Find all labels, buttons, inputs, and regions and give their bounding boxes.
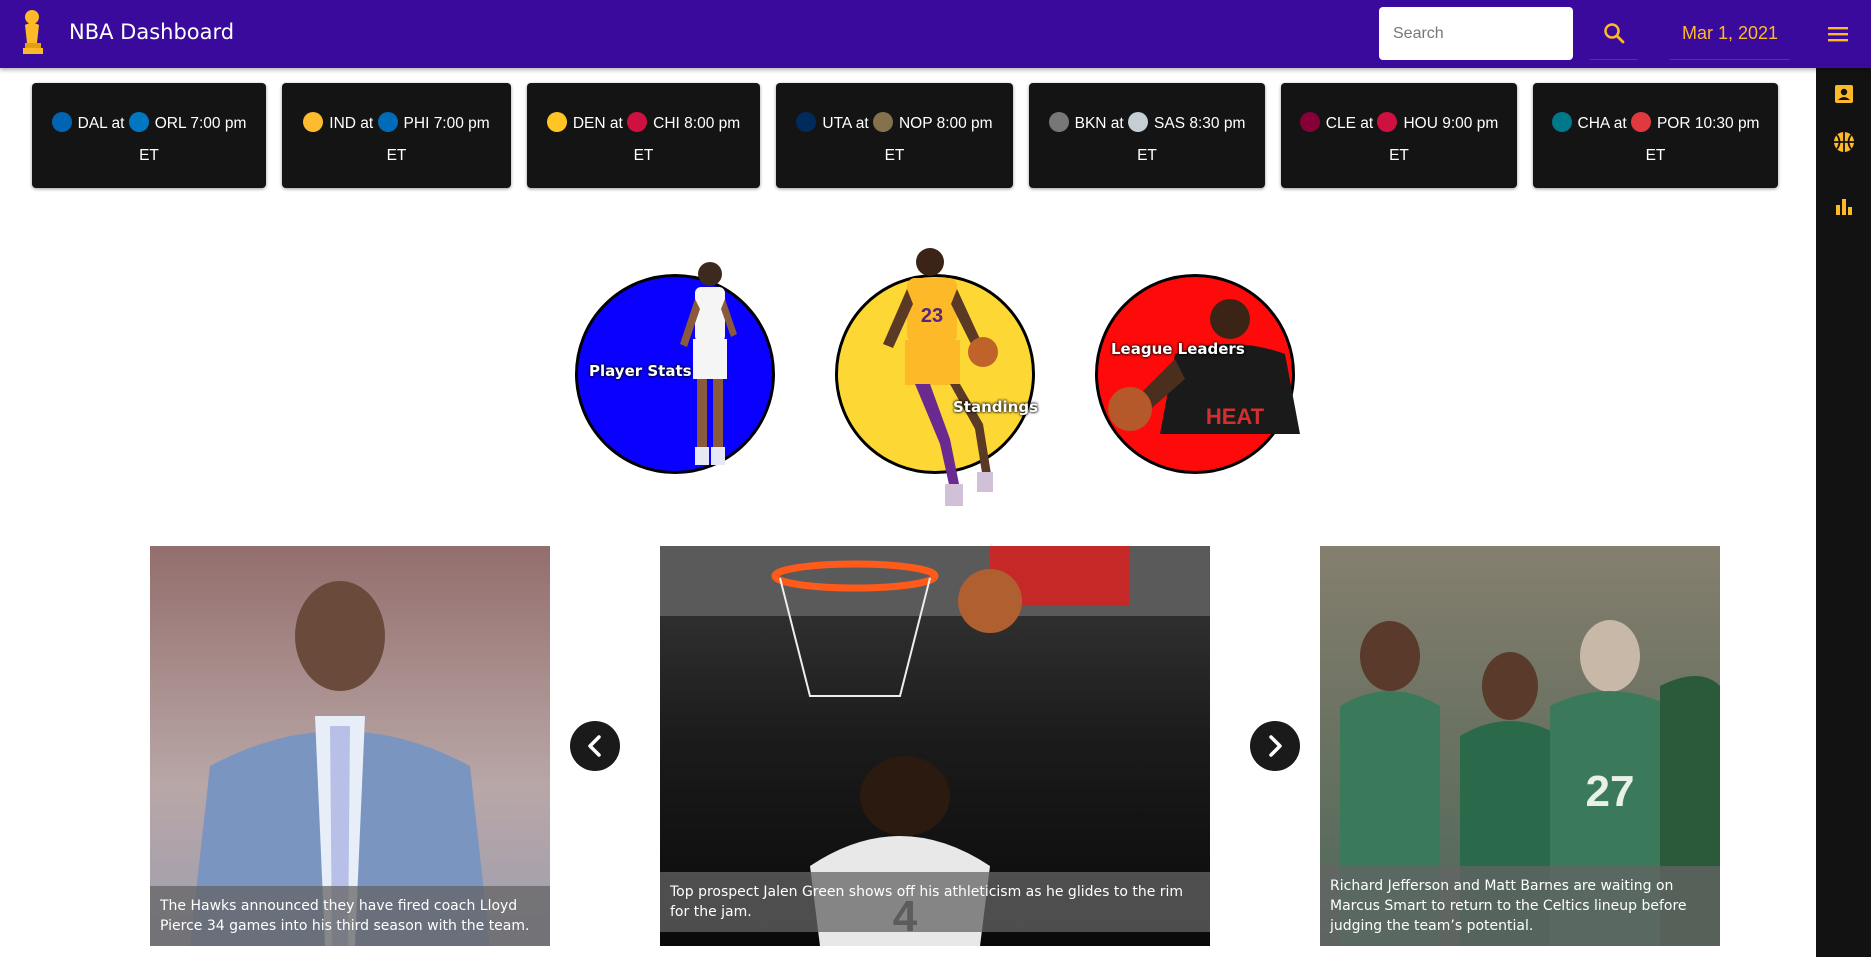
game-card[interactable]: CLE at HOU 9:00 pm ET (1281, 83, 1517, 188)
standings-label: Standings (953, 398, 1038, 416)
svg-text:27: 27 (1586, 767, 1635, 816)
home-team: CHI (653, 115, 680, 132)
sidebar-item-stats[interactable] (1832, 194, 1856, 218)
search-button[interactable] (1590, 7, 1638, 60)
team-logo-icon (128, 111, 149, 132)
news-caption: The Hawks announced they have fired coac… (150, 886, 550, 946)
trophy-logo[interactable] (20, 7, 50, 55)
game-timezone: ET (1645, 147, 1666, 164)
game-timezone: ET (1389, 147, 1409, 164)
game-timezone: ET (1137, 147, 1157, 164)
team-logo-icon (1630, 111, 1651, 132)
right-sidebar (1816, 68, 1871, 957)
team-logo-icon (1377, 111, 1398, 132)
search-icon (1604, 23, 1625, 44)
away-team: UTA (822, 115, 852, 132)
away-team: DAL (77, 115, 108, 132)
league-leaders-link[interactable]: HEAT League Leaders (1095, 244, 1305, 524)
game-time: 9:00 pm (1442, 115, 1499, 132)
league-leaders-label: League Leaders (1111, 340, 1245, 358)
svg-text:23: 23 (921, 305, 943, 327)
team-logo-icon (377, 111, 398, 132)
game-card[interactable]: DAL at ORL 7:00 pm ET (32, 83, 266, 188)
news-card[interactable]: The Hawks announced they have fired coac… (150, 546, 550, 946)
away-team: CHA (1577, 115, 1610, 132)
bar-chart-icon (1836, 199, 1852, 215)
menu-button[interactable] (1820, 20, 1856, 48)
player-stats-label: Player Stats (589, 362, 692, 380)
sidebar-item-account[interactable] (1832, 82, 1856, 106)
home-team: PHI (403, 115, 430, 132)
sidebar-item-games[interactable] (1832, 130, 1856, 154)
player-stats-link[interactable]: Player Stats (575, 244, 785, 524)
game-card[interactable]: IND at PHI 7:00 pm ET (282, 83, 511, 188)
menu-icon (1828, 27, 1848, 42)
player-photo-butler: HEAT (1108, 299, 1300, 434)
game-time: 7:00 pm (433, 115, 490, 132)
news-card[interactable]: 27 Richard Jefferson and Matt Barnes are… (1320, 546, 1720, 946)
basketball-icon (1834, 132, 1854, 152)
carousel-next-button[interactable] (1250, 721, 1300, 771)
team-logo-icon (546, 111, 567, 132)
search-input[interactable] (1379, 7, 1573, 60)
game-timezone: ET (386, 147, 407, 164)
home-team: ORL (154, 115, 187, 132)
game-time: 10:30 pm (1694, 115, 1760, 132)
player-photo-lebron: 23 (883, 248, 998, 506)
team-logo-icon (1299, 111, 1320, 132)
team-logo-icon (872, 111, 893, 132)
news-card[interactable]: 4 Top prospect Jalen Green shows off his… (660, 546, 1210, 946)
news-caption: Top prospect Jalen Green shows off his a… (660, 872, 1210, 932)
away-team: IND (329, 115, 356, 132)
team-logo-icon (1048, 111, 1069, 132)
chevron-right-icon (1269, 735, 1282, 757)
game-card[interactable]: UTA at NOP 8:00 pm ET (776, 83, 1013, 188)
game-timezone: ET (139, 147, 159, 164)
standings-link[interactable]: 23 Standings (835, 244, 1045, 524)
game-card[interactable]: CHA at POR 10:30 pm ET (1533, 83, 1778, 188)
away-team: DEN (572, 115, 606, 132)
carousel-prev-button[interactable] (570, 721, 620, 771)
date-button[interactable]: Mar 1, 2021 (1670, 7, 1790, 60)
away-team: BKN (1074, 115, 1107, 132)
game-card[interactable]: DEN at CHI 8:00 pm ET (527, 83, 760, 188)
home-team: NOP (898, 115, 933, 132)
home-team: HOU (1403, 115, 1438, 132)
app-header: NBA Dashboard Mar 1, 2021 (0, 0, 1871, 68)
game-timezone: ET (633, 147, 654, 164)
game-timezone: ET (884, 147, 905, 164)
home-team: POR (1656, 115, 1691, 132)
game-card[interactable]: BKN at SAS 8:30 pm ET (1029, 83, 1265, 188)
game-time: 8:00 pm (936, 115, 993, 132)
svg-text:HEAT: HEAT (1206, 404, 1265, 429)
team-logo-icon (796, 111, 817, 132)
app-title[interactable]: NBA Dashboard (69, 20, 234, 44)
team-logo-icon (1128, 111, 1149, 132)
game-time: 7:00 pm (190, 115, 247, 132)
team-logo-icon (303, 111, 324, 132)
away-team: CLE (1325, 115, 1356, 132)
news-caption: Richard Jefferson and Matt Barnes are wa… (1320, 866, 1720, 946)
team-logo-icon (51, 111, 72, 132)
team-logo-icon (1551, 111, 1572, 132)
chevron-left-icon (588, 735, 601, 757)
home-team: SAS (1154, 115, 1186, 132)
game-time: 8:00 pm (684, 115, 741, 132)
account-box-icon (1835, 85, 1853, 103)
team-logo-icon (627, 111, 648, 132)
game-time: 8:30 pm (1189, 115, 1246, 132)
